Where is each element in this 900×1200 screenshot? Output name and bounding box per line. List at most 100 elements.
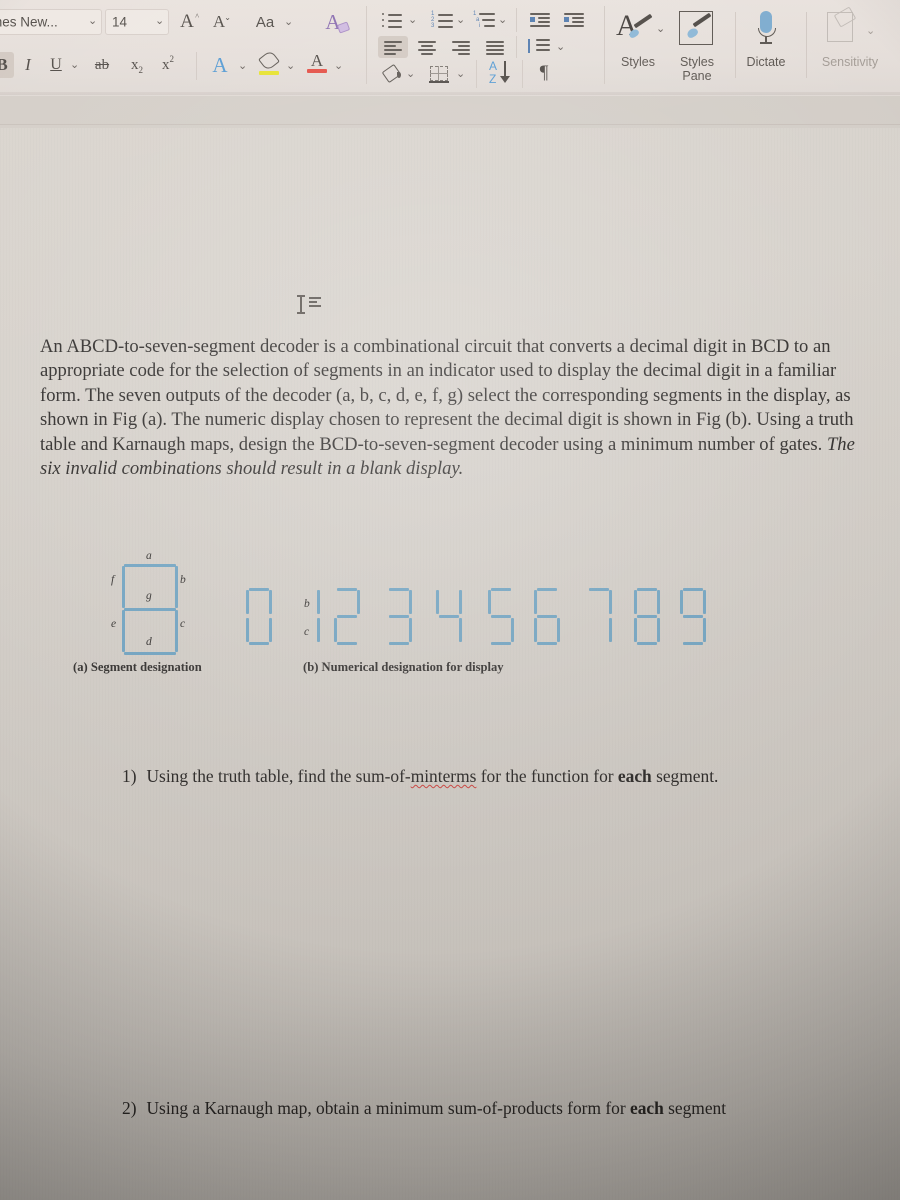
- underline-button[interactable]: U: [44, 52, 68, 78]
- font-name-chevron-down-icon[interactable]: ⌄: [88, 14, 97, 27]
- digit-8-segment-f: [634, 590, 638, 614]
- grow-font-button[interactable]: A ^: [174, 10, 200, 34]
- digit-3-segment-b: [409, 590, 413, 614]
- sort-button[interactable]: A Z: [486, 58, 516, 90]
- superscript-button[interactable]: x2: [155, 52, 181, 78]
- font-color-chevron-down-icon[interactable]: ⌄: [334, 59, 343, 72]
- styles-button[interactable]: A: [614, 8, 656, 50]
- digit-9-segment-d: [683, 642, 703, 646]
- text-effects-chevron-down-icon[interactable]: ⌄: [238, 59, 247, 72]
- digit-5-segment-c: [511, 618, 515, 642]
- align-left-button[interactable]: [378, 36, 408, 58]
- digit-1-segment-c: [317, 618, 321, 642]
- problem-statement-paragraph[interactable]: An ABCD-to-seven-segment decoder is a co…: [40, 335, 855, 481]
- document-page[interactable]: An ABCD-to-seven-segment decoder is a co…: [0, 128, 900, 1200]
- bold-button[interactable]: B: [0, 52, 14, 78]
- seven-segment-digit-3: [384, 588, 414, 646]
- seven-segment-digit-2: [332, 588, 362, 646]
- italic-button[interactable]: I: [16, 52, 40, 78]
- text-effects-button[interactable]: A: [206, 51, 234, 79]
- figure-a-segment-designation: a f b g e c d: [106, 550, 226, 660]
- dictate-button[interactable]: [748, 8, 784, 50]
- digit-5-segment-f: [488, 590, 492, 614]
- question-2-bold: each: [629, 1098, 664, 1118]
- strikethrough-button[interactable]: ab: [88, 52, 116, 78]
- strikethrough-label: ab: [94, 56, 110, 73]
- shading-chevron-down-icon[interactable]: ⌄: [406, 67, 415, 80]
- styles-pane-button[interactable]: [676, 8, 718, 50]
- question-1-misspelled-word[interactable]: minterms: [411, 766, 477, 786]
- question-1[interactable]: 1) Using the truth table, find the sum-of…: [122, 766, 718, 787]
- digit-1-segment-b: [317, 590, 321, 614]
- divider: [522, 60, 523, 88]
- bullet-list-chevron-down-icon[interactable]: ⌄: [408, 13, 417, 26]
- borders-button[interactable]: [424, 62, 454, 86]
- clear-formatting-button[interactable]: A: [318, 8, 351, 36]
- digit-7-segment-c: [609, 618, 613, 642]
- divider: [806, 12, 807, 78]
- segment-label-b: b: [180, 574, 186, 586]
- digit-4-segment-g: [439, 615, 459, 619]
- align-left-icon: [384, 41, 402, 55]
- digit-6-segment-c: [557, 618, 561, 642]
- align-right-button[interactable]: [446, 36, 476, 58]
- grow-font-label: A: [180, 11, 194, 32]
- digit-7-segment-b: [609, 590, 613, 614]
- borders-chevron-down-icon[interactable]: ⌄: [456, 67, 465, 80]
- shrink-font-button[interactable]: A ⌄: [206, 10, 232, 34]
- sensitivity-label: Sensitivity: [821, 55, 879, 69]
- subscript-button[interactable]: x2: [124, 52, 150, 78]
- sensitivity-button[interactable]: [822, 6, 862, 50]
- question-2-number: 2): [122, 1098, 137, 1118]
- underline-chevron-down-icon[interactable]: ⌄: [70, 58, 79, 71]
- sort-z-label: Z: [489, 72, 497, 86]
- problem-statement-main: An ABCD-to-seven-segment decoder is a co…: [40, 336, 854, 455]
- bullet-list-icon: [382, 12, 404, 28]
- document-scroll-area[interactable]: An ABCD-to-seven-segment decoder is a co…: [0, 96, 900, 1200]
- line-spacing-icon: [528, 39, 552, 53]
- text-cursor-marker[interactable]: [296, 294, 326, 316]
- numbered-list-chevron-down-icon[interactable]: ⌄: [456, 13, 465, 26]
- dictate-label: Dictate: [746, 55, 786, 69]
- highlight-chevron-down-icon[interactable]: ⌄: [286, 59, 295, 72]
- question-2[interactable]: 2) Using a Karnaugh map, obtain a minimum…: [122, 1098, 726, 1119]
- show-formatting-marks-button[interactable]: ¶: [530, 60, 558, 86]
- multilevel-list-chevron-down-icon[interactable]: ⌄: [498, 13, 507, 26]
- styles-pane-label: Styles Pane: [679, 55, 715, 83]
- styles-chevron-down-icon[interactable]: ⌄: [656, 22, 665, 35]
- digit-5-segment-g: [491, 615, 511, 619]
- question-1-post: segment.: [651, 766, 719, 786]
- digit-3-segment-d: [389, 642, 409, 646]
- bullet-list-button[interactable]: [378, 8, 406, 32]
- justify-button[interactable]: [480, 36, 510, 58]
- change-case-button[interactable]: Aa: [250, 11, 280, 33]
- shading-button[interactable]: [378, 62, 406, 86]
- segment-label-d: d: [146, 636, 152, 648]
- line-spacing-button[interactable]: [524, 34, 554, 60]
- i-beam-cursor-icon: [297, 295, 304, 314]
- increase-indent-button[interactable]: [560, 8, 588, 32]
- font-size-chevron-down-icon[interactable]: ⌄: [155, 14, 164, 27]
- digit-8-segment-d: [637, 642, 657, 646]
- sensitivity-chevron-down-icon[interactable]: ⌄: [866, 24, 875, 37]
- italic-label: I: [25, 55, 31, 74]
- change-case-chevron-down-icon[interactable]: ⌄: [284, 15, 293, 28]
- line-spacing-chevron-down-icon[interactable]: ⌄: [556, 40, 565, 53]
- numbered-list-button[interactable]: 1 2 3: [428, 8, 456, 32]
- decrease-indent-button[interactable]: [526, 8, 554, 32]
- digit-6-segment-g: [537, 615, 557, 619]
- digit-9-segment-c: [703, 618, 707, 642]
- align-center-icon: [418, 41, 436, 55]
- digit-0-segment-d: [249, 642, 269, 646]
- segment-label-e: e: [111, 618, 117, 630]
- divider: [516, 8, 517, 32]
- digit-7-segment-a: [589, 588, 609, 592]
- font-color-button[interactable]: A: [304, 49, 330, 79]
- segment-label-a: a: [146, 550, 152, 562]
- align-center-button[interactable]: [412, 36, 442, 58]
- seven-segment-digit-9: [678, 588, 708, 646]
- font-name-combo[interactable]: mes New...: [0, 9, 102, 35]
- digit-0-segment-a: [249, 588, 269, 592]
- multilevel-list-button[interactable]: 1 a i: [470, 8, 498, 32]
- text-highlight-button[interactable]: [256, 49, 282, 80]
